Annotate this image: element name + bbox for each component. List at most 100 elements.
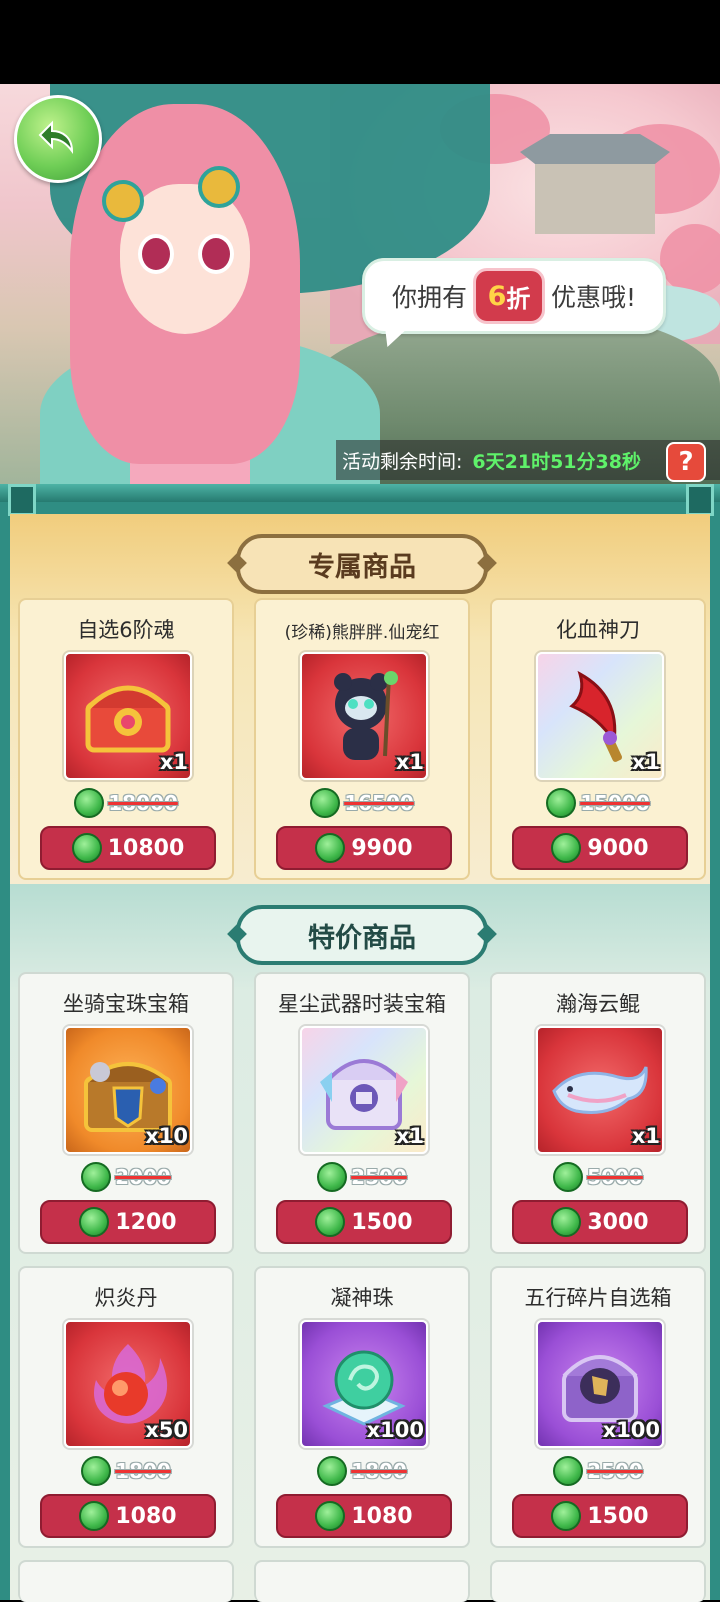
jade-currency-icon bbox=[81, 1162, 112, 1192]
shop-item-card[interactable]: 化血神刀 x1 15000 9000 bbox=[490, 598, 706, 880]
buy-button[interactable]: 1200 bbox=[40, 1200, 216, 1244]
jade-currency-icon bbox=[317, 1162, 348, 1192]
item-quantity: x10 bbox=[145, 1124, 188, 1148]
item-name: 凝神珠 bbox=[330, 1286, 394, 1310]
discount-speech-bubble: 你拥有 6 折 优惠哦! bbox=[362, 258, 666, 334]
shop-item-card[interactable]: 自选6阶魂 x1 18000 10800 bbox=[18, 598, 234, 880]
buy-button[interactable]: 3000 bbox=[512, 1200, 688, 1244]
item-quantity: x1 bbox=[395, 1124, 424, 1148]
original-price: 15000 bbox=[492, 786, 704, 820]
discount-number: 6 bbox=[487, 280, 507, 312]
item-quantity: x50 bbox=[145, 1418, 188, 1442]
jade-currency-icon bbox=[71, 833, 102, 863]
jade-currency-icon bbox=[315, 833, 346, 863]
original-price-value: 2500 bbox=[587, 1459, 643, 1483]
buy-button[interactable]: 9900 bbox=[276, 826, 452, 870]
buy-button[interactable]: 1080 bbox=[276, 1494, 452, 1538]
shop-item-card[interactable]: 坐骑宝珠宝箱 x10 2000 1200 bbox=[18, 972, 234, 1254]
item-quantity: x1 bbox=[395, 750, 424, 774]
item-quantity: x1 bbox=[159, 750, 188, 774]
shop-item-card[interactable]: 五行碎片自选箱 x100 2500 1500 bbox=[490, 1266, 706, 1548]
jade-currency-icon bbox=[315, 1501, 346, 1531]
original-price-value: 15000 bbox=[580, 791, 650, 815]
item-quantity: x100 bbox=[602, 1418, 660, 1442]
jade-currency-icon bbox=[551, 1501, 582, 1531]
original-price-value: 18000 bbox=[108, 791, 178, 815]
original-price-value: 1800 bbox=[351, 1459, 407, 1483]
item-name: 瀚海云鲲 bbox=[556, 992, 640, 1016]
shop-item-card[interactable]: (珍稀)熊胖胖.仙宠红 x1 16500 9900 bbox=[254, 598, 470, 880]
sale-price: 1200 bbox=[115, 1209, 177, 1235]
back-button[interactable] bbox=[14, 95, 102, 183]
section-title-special: 特价商品 bbox=[236, 905, 488, 965]
pavilion bbox=[520, 134, 670, 234]
buy-button[interactable]: 9000 bbox=[512, 826, 688, 870]
shop-item-card-partial[interactable] bbox=[18, 1560, 234, 1602]
timer-label: 活动剩余时间: bbox=[342, 450, 463, 473]
jade-currency-icon bbox=[310, 788, 341, 818]
jade-currency-icon bbox=[315, 1207, 346, 1237]
original-price-value: 5000 bbox=[587, 1165, 643, 1189]
jade-currency-icon bbox=[81, 1456, 112, 1486]
back-arrow-icon bbox=[38, 120, 74, 155]
jade-currency-icon bbox=[546, 788, 577, 818]
original-price: 2500 bbox=[492, 1454, 704, 1488]
jade-currency-icon bbox=[553, 1456, 584, 1486]
status-bar bbox=[0, 0, 720, 84]
shop-item-card[interactable]: 瀚海云鲲 x1 5000 3000 bbox=[490, 972, 706, 1254]
original-price-value: 2000 bbox=[115, 1165, 171, 1189]
original-price-value: 1800 bbox=[115, 1459, 171, 1483]
jade-currency-icon bbox=[551, 1207, 582, 1237]
sale-price: 10800 bbox=[107, 835, 185, 861]
buy-button[interactable]: 1080 bbox=[40, 1494, 216, 1538]
original-price: 1800 bbox=[256, 1454, 468, 1488]
sale-price: 3000 bbox=[587, 1209, 649, 1235]
item-name: 炽炎丹 bbox=[94, 1286, 158, 1310]
original-price: 16500 bbox=[256, 786, 468, 820]
sale-price: 1500 bbox=[351, 1209, 413, 1235]
bubble-prefix: 你拥有 bbox=[391, 283, 467, 312]
event-timer: 活动剩余时间: 6天21时51分38秒 bbox=[336, 440, 720, 480]
item-name: 星尘武器时装宝箱 bbox=[278, 992, 446, 1016]
shop-item-card[interactable]: 星尘武器时装宝箱 x1 2500 1500 bbox=[254, 972, 470, 1254]
discount-badge: 6 折 bbox=[472, 268, 545, 324]
original-price: 1800 bbox=[20, 1454, 232, 1488]
bubble-suffix: 优惠哦! bbox=[550, 283, 637, 312]
item-name: 坐骑宝珠宝箱 bbox=[63, 992, 189, 1016]
original-price: 2000 bbox=[20, 1160, 232, 1194]
item-name: 自选6阶魂 bbox=[77, 618, 175, 642]
shop-item-card[interactable]: 凝神珠 x100 1800 1080 bbox=[254, 1266, 470, 1548]
discount-suffix: 折 bbox=[506, 284, 531, 313]
sale-price: 9000 bbox=[587, 835, 649, 861]
jade-currency-icon bbox=[79, 1501, 110, 1531]
help-button[interactable]: ? bbox=[666, 442, 706, 482]
item-quantity: x1 bbox=[631, 750, 660, 774]
original-price: 18000 bbox=[20, 786, 232, 820]
timer-value: 6天21时51分38秒 bbox=[472, 450, 641, 473]
jade-currency-icon bbox=[551, 833, 582, 863]
item-quantity: x100 bbox=[366, 1418, 424, 1442]
sale-price: 9900 bbox=[351, 835, 413, 861]
shop-item-card-partial[interactable] bbox=[490, 1560, 706, 1602]
item-name: 五行碎片自选箱 bbox=[524, 1286, 672, 1310]
original-price-value: 16500 bbox=[344, 791, 414, 815]
jade-currency-icon bbox=[317, 1456, 348, 1486]
item-name: 化血神刀 bbox=[556, 618, 640, 642]
jade-currency-icon bbox=[74, 788, 105, 818]
shop-item-card-partial[interactable] bbox=[254, 1560, 470, 1602]
original-price: 2500 bbox=[256, 1160, 468, 1194]
section-title-exclusive: 专属商品 bbox=[236, 534, 488, 594]
sale-price: 1080 bbox=[351, 1503, 413, 1529]
shop-item-card[interactable]: 炽炎丹 x50 1800 1080 bbox=[18, 1266, 234, 1548]
item-name: (珍稀)熊胖胖.仙宠红 bbox=[284, 623, 440, 643]
original-price: 5000 bbox=[492, 1160, 704, 1194]
jade-currency-icon bbox=[79, 1207, 110, 1237]
buy-button[interactable]: 1500 bbox=[276, 1200, 452, 1244]
sale-price: 1080 bbox=[115, 1503, 177, 1529]
buy-button[interactable]: 1500 bbox=[512, 1494, 688, 1538]
jade-currency-icon bbox=[553, 1162, 584, 1192]
buy-button[interactable]: 10800 bbox=[40, 826, 216, 870]
original-price-value: 2500 bbox=[351, 1165, 407, 1189]
item-quantity: x1 bbox=[631, 1124, 660, 1148]
sale-price: 1500 bbox=[587, 1503, 649, 1529]
